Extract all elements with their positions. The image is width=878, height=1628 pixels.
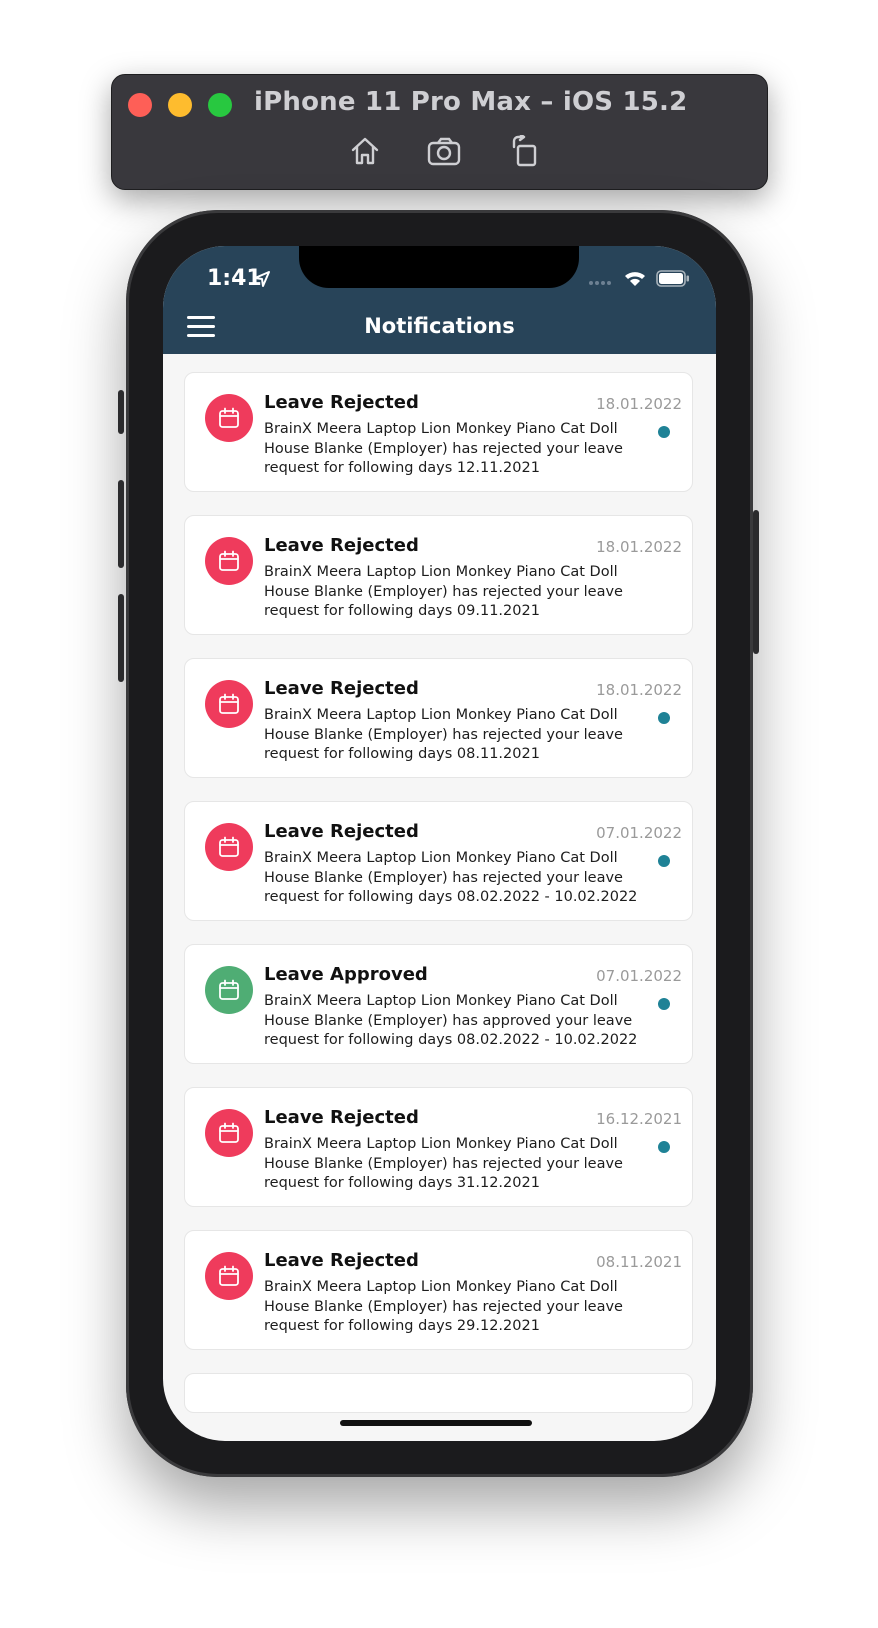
wifi-icon [624, 270, 646, 291]
notification-date: 07.01.2022 [596, 967, 682, 985]
notification-message: BrainX Meera Laptop Lion Monkey Piano Ca… [264, 420, 639, 479]
minimize-window-button[interactable] [168, 93, 192, 117]
calendar-icon [205, 966, 253, 1014]
unread-indicator-dot [658, 1141, 670, 1153]
notification-message-line: BrainX Meera Laptop Lion Monkey Piano Ca… [264, 1279, 618, 1295]
notification-message: BrainX Meera Laptop Lion Monkey Piano Ca… [264, 849, 639, 908]
calendar-icon [205, 1252, 253, 1300]
navigation-bar: 1:41 Notifications [163, 246, 716, 354]
notification-date: 18.01.2022 [596, 681, 682, 699]
status-indicators [588, 270, 690, 291]
calendar-icon [205, 394, 253, 442]
signal-icon [588, 271, 614, 290]
app-screen: 1:41 Notifications Leave Rejected 18.01.… [163, 246, 716, 1441]
notification-date: 18.01.2022 [596, 395, 682, 413]
notification-message-line: request for following days 09.11.2021 [264, 603, 540, 619]
zoom-window-button[interactable] [208, 93, 232, 117]
notification-date: 08.11.2021 [596, 1253, 682, 1271]
notification-card[interactable]: Leave Rejected 08.11.2021 BrainX Meera L… [184, 1230, 693, 1350]
notification-title: Leave Rejected [264, 1107, 419, 1128]
notification-title: Leave Rejected [264, 821, 419, 842]
volume-down-button [118, 594, 124, 682]
unread-indicator-dot [658, 855, 670, 867]
notification-message-line: House Blanke (Employer) has rejected you… [264, 1155, 623, 1172]
page-title: Notifications [364, 314, 515, 338]
notification-message: BrainX Meera Laptop Lion Monkey Piano Ca… [264, 706, 639, 765]
notification-message-line: BrainX Meera Laptop Lion Monkey Piano Ca… [264, 564, 618, 580]
notification-title: Leave Rejected [264, 392, 419, 413]
notification-title: Leave Approved [264, 964, 428, 985]
home-indicator[interactable] [340, 1420, 532, 1426]
notification-message-line: BrainX Meera Laptop Lion Monkey Piano Ca… [264, 421, 618, 437]
simulator-title-bar: iPhone 11 Pro Max – iOS 15.2 [111, 74, 768, 190]
screenshot-icon[interactable] [426, 133, 464, 169]
notification-date: 07.01.2022 [596, 824, 682, 842]
notification-message: BrainX Meera Laptop Lion Monkey Piano Ca… [264, 563, 639, 622]
unread-indicator-dot [658, 998, 670, 1010]
calendar-icon [205, 680, 253, 728]
close-window-button[interactable] [128, 93, 152, 117]
notification-message-line: request for following days 29.12.2021 [264, 1318, 540, 1334]
notification-message-line: BrainX Meera Laptop Lion Monkey Piano Ca… [264, 707, 618, 723]
notification-date: 16.12.2021 [596, 1110, 682, 1128]
notification-message: BrainX Meera Laptop Lion Monkey Piano Ca… [264, 1135, 639, 1194]
notification-card[interactable]: Leave Rejected 18.01.2022 BrainX Meera L… [184, 372, 693, 492]
notification-message-line: request for following days 31.12.2021 [264, 1175, 540, 1191]
notification-message-line: House Blanke (Employer) has rejected you… [264, 869, 623, 886]
notification-message-line: House Blanke (Employer) has approved you… [264, 1012, 633, 1029]
notification-message: BrainX Meera Laptop Lion Monkey Piano Ca… [264, 1278, 639, 1337]
notification-card[interactable]: Leave Rejected 07.01.2022 BrainX Meera L… [184, 801, 693, 921]
notification-title: Leave Rejected [264, 678, 419, 699]
location-arrow-icon [253, 270, 271, 292]
notification-message-line: BrainX Meera Laptop Lion Monkey Piano Ca… [264, 1136, 618, 1152]
notification-message-line: House Blanke (Employer) has rejected you… [264, 1298, 623, 1315]
notification-date: 18.01.2022 [596, 538, 682, 556]
battery-icon [656, 270, 690, 291]
notification-message-line: BrainX Meera Laptop Lion Monkey Piano Ca… [264, 850, 618, 866]
notification-message-line: House Blanke (Employer) has rejected you… [264, 583, 623, 600]
notification-message-line: request for following days 08.11.2021 [264, 746, 540, 762]
simulator-title: iPhone 11 Pro Max – iOS 15.2 [254, 87, 688, 117]
notification-card[interactable]: Leave Rejected 16.12.2021 BrainX Meera L… [184, 1087, 693, 1207]
silent-switch [118, 390, 124, 434]
notification-card-partial[interactable] [184, 1373, 693, 1413]
notification-message-line: request for following days 12.11.2021 [264, 460, 540, 476]
notification-message: BrainX Meera Laptop Lion Monkey Piano Ca… [264, 992, 639, 1051]
notification-card[interactable]: Leave Rejected 18.01.2022 BrainX Meera L… [184, 515, 693, 635]
power-button [753, 510, 759, 654]
calendar-icon [205, 537, 253, 585]
notification-title: Leave Rejected [264, 535, 419, 556]
calendar-icon [205, 1109, 253, 1157]
unread-indicator-dot [658, 712, 670, 724]
calendar-icon [205, 823, 253, 871]
notch [299, 246, 579, 288]
notification-message-line: request for following days 08.02.2022 - … [264, 889, 638, 905]
notification-message-line: House Blanke (Employer) has rejected you… [264, 440, 623, 457]
notification-message-line: request for following days 08.02.2022 - … [264, 1032, 638, 1048]
notification-list[interactable]: Leave Rejected 18.01.2022 BrainX Meera L… [184, 372, 695, 1436]
notification-message-line: BrainX Meera Laptop Lion Monkey Piano Ca… [264, 993, 618, 1009]
notification-message-line: House Blanke (Employer) has rejected you… [264, 726, 623, 743]
notification-card[interactable]: Leave Rejected 18.01.2022 BrainX Meera L… [184, 658, 693, 778]
notification-title: Leave Rejected [264, 1250, 419, 1271]
home-icon[interactable] [346, 133, 384, 169]
rotate-icon[interactable] [506, 133, 544, 169]
volume-up-button [118, 480, 124, 568]
simulator-toolbar [346, 133, 544, 169]
unread-indicator-dot [658, 426, 670, 438]
notification-card[interactable]: Leave Approved 07.01.2022 BrainX Meera L… [184, 944, 693, 1064]
phone-frame: 1:41 Notifications Leave Rejected 18.01.… [118, 210, 759, 1477]
